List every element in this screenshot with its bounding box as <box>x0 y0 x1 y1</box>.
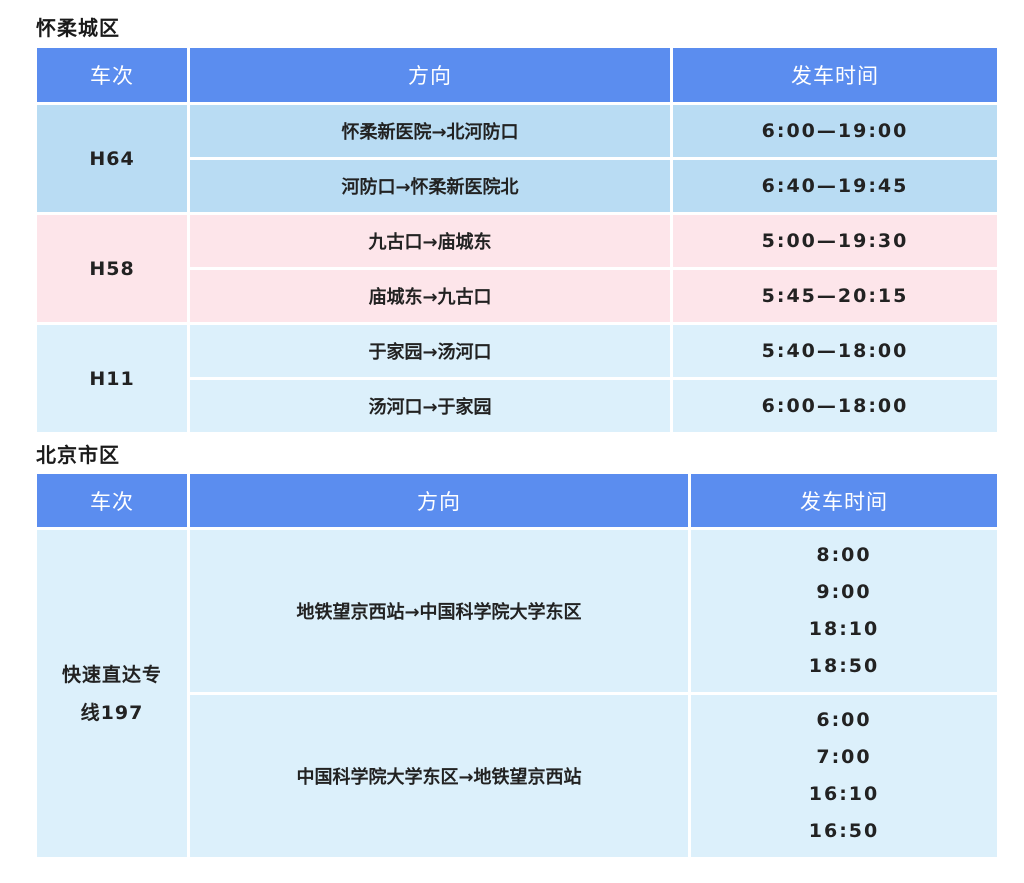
direction-cell: 中国科学院大学东区→地铁望京西站 <box>190 695 688 857</box>
header-route-code: 车次 <box>37 474 187 527</box>
time-cell: 6:00—18:00 <box>673 380 997 432</box>
time-entry: 8:00 <box>816 544 872 566</box>
direction-cell: 怀柔新医院→北河防口 <box>190 105 670 157</box>
section-title-beijing: 北京市区 <box>36 443 120 467</box>
header-departure-time: 发车时间 <box>691 474 997 527</box>
section-title-huairou: 怀柔城区 <box>36 16 120 40</box>
time-cell: 6:40—19:45 <box>673 160 997 212</box>
direction-cell: 九古口→庙城东 <box>190 215 670 267</box>
time-cell: 6:00—19:00 <box>673 105 997 157</box>
direction-cell: 汤河口→于家园 <box>190 380 670 432</box>
route-code: H11 <box>37 325 187 432</box>
beijing-schedule-table: 车次 方向 发车时间 快速直达专 线197 地铁望京西站→中国科学院大学东区 8… <box>34 471 1000 860</box>
header-direction: 方向 <box>190 474 688 527</box>
header-route-code: 车次 <box>37 48 187 102</box>
time-cell: 5:45—20:15 <box>673 270 997 322</box>
time-entry: 9:00 <box>816 581 872 603</box>
route-code-line1: 快速直达专 <box>61 663 162 686</box>
direction-cell: 河防口→怀柔新医院北 <box>190 160 670 212</box>
huairou-schedule-table: 车次 方向 发车时间 H64 怀柔新医院→北河防口 6:00—19:00 河防口… <box>34 45 1000 435</box>
time-entry: 16:10 <box>808 783 880 805</box>
route-code: H64 <box>37 105 187 212</box>
time-cell: 5:00—19:30 <box>673 215 997 267</box>
time-entry: 18:10 <box>808 618 880 640</box>
table-row: 快速直达专 线197 地铁望京西站→中国科学院大学东区 8:00 9:00 18… <box>37 530 997 857</box>
direction-cell: 庙城东→九古口 <box>190 270 670 322</box>
time-cell: 6:00 7:00 16:10 16:50 <box>691 695 997 857</box>
header-direction: 方向 <box>190 48 670 102</box>
header-departure-time: 发车时间 <box>673 48 997 102</box>
table-row: H11 于家园→汤河口 5:40—18:00 <box>37 325 997 432</box>
table-row: H58 九古口→庙城东 5:00—19:30 <box>37 215 997 322</box>
route-code: H58 <box>37 215 187 322</box>
time-entry: 6:00 <box>816 709 872 731</box>
time-entry: 7:00 <box>816 746 872 768</box>
time-cell: 5:40—18:00 <box>673 325 997 377</box>
route-code-line2: 线197 <box>80 701 144 724</box>
time-entry: 16:50 <box>808 820 880 842</box>
direction-cell: 于家园→汤河口 <box>190 325 670 377</box>
table-row: H64 怀柔新医院→北河防口 6:00—19:00 <box>37 105 997 212</box>
direction-cell: 地铁望京西站→中国科学院大学东区 <box>190 530 688 692</box>
route-code: 快速直达专 线197 <box>37 530 187 857</box>
time-cell: 8:00 9:00 18:10 18:50 <box>691 530 997 692</box>
time-entry: 18:50 <box>808 655 880 677</box>
